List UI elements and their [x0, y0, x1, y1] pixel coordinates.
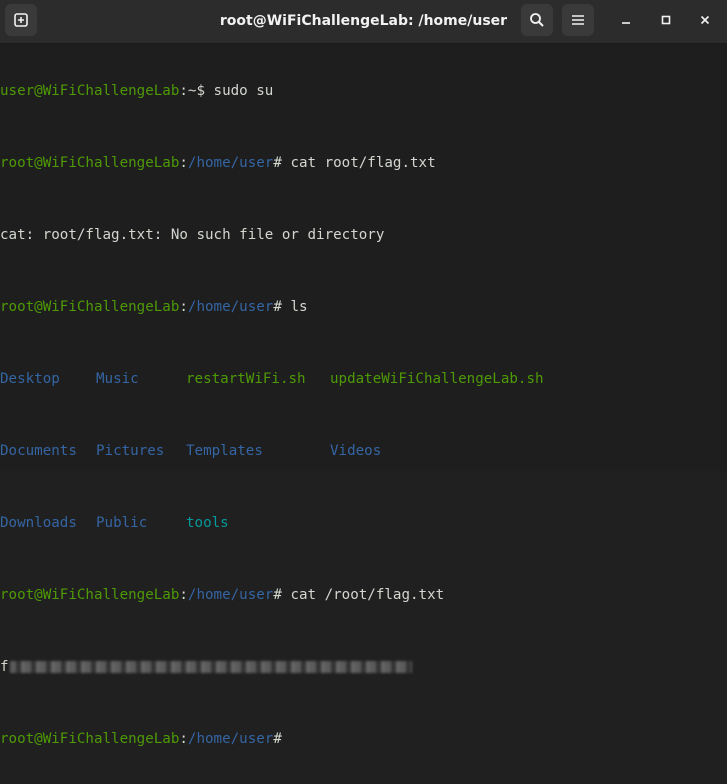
ls-entry-executable: restartWiFi.sh — [186, 371, 306, 387]
search-icon — [530, 13, 544, 27]
terminal-line: root@WiFiChallengeLab:/home/user# — [0, 730, 544, 748]
ls-entry-executable: updateWiFiChallengeLab.sh — [330, 371, 544, 387]
flag-prefix: f — [0, 659, 9, 675]
close-icon — [700, 15, 710, 25]
command-text: cat /root/flag.txt — [290, 587, 445, 603]
prompt-user: root@WiFiChallengeLab — [0, 155, 180, 171]
terminal-line: user@WiFiChallengeLab:~$ sudo su — [0, 82, 544, 100]
prompt-hash: # — [273, 299, 291, 315]
new-tab-icon — [14, 13, 28, 27]
ls-output-row: Documents Pictures Templates Videos — [0, 442, 544, 460]
terminal-line: cat: root/flag.txt: No such file or dire… — [0, 226, 544, 244]
prompt-path: /home/user — [187, 155, 274, 171]
prompt-separator: : — [179, 155, 188, 171]
minimize-icon — [622, 22, 630, 24]
prompt-path: /home/user — [187, 299, 274, 315]
ls-entry-directory: Documents — [0, 443, 77, 459]
ls-entry-directory: Desktop — [0, 371, 60, 387]
new-tab-button[interactable] — [5, 4, 37, 36]
command-text: ls — [290, 299, 308, 315]
prompt-user: root@WiFiChallengeLab — [0, 731, 180, 747]
terminal-output-area[interactable]: user@WiFiChallengeLab:~$ sudo su root@Wi… — [0, 44, 727, 747]
close-button[interactable] — [689, 4, 721, 36]
ls-output-row: Desktop Music restartWiFi.sh updateWiFiChal… — [0, 370, 544, 388]
minimize-button[interactable] — [610, 4, 642, 36]
command-text: cat root/flag.txt — [290, 155, 436, 171]
prompt-separator: :~$ — [179, 83, 214, 99]
terminal-window: root@WiFiChallengeLab: /home/user user@W… — [0, 0, 727, 747]
redacted-flag — [9, 661, 412, 673]
prompt-user: root@WiFiChallengeLab — [0, 587, 180, 603]
ls-entry-directory: Pictures — [96, 443, 165, 459]
prompt-path: /home/user — [187, 587, 274, 603]
ls-entry-directory: tools — [186, 515, 229, 531]
ls-entry-directory: Public — [96, 515, 148, 531]
prompt-path: /home/user — [187, 731, 274, 747]
prompt-user: user@WiFiChallengeLab — [0, 83, 180, 99]
terminal-line: f — [0, 658, 544, 676]
terminal-line: root@WiFiChallengeLab:/home/user# ls — [0, 298, 544, 316]
error-output: cat: root/flag.txt: No such file or dire… — [0, 227, 385, 243]
menu-button[interactable] — [562, 4, 594, 36]
terminal-line: root@WiFiChallengeLab:/home/user# cat /r… — [0, 586, 544, 604]
prompt-separator: : — [179, 587, 188, 603]
window-title: root@WiFiChallengeLab: /home/user — [219, 13, 508, 29]
ls-entry-directory: Music — [96, 371, 139, 387]
ls-entry-directory: Videos — [330, 443, 382, 459]
maximize-icon — [661, 15, 671, 25]
prompt-user: root@WiFiChallengeLab — [0, 299, 180, 315]
terminal-line: root@WiFiChallengeLab:/home/user# cat ro… — [0, 154, 544, 172]
ls-entry-directory: Templates — [186, 443, 263, 459]
maximize-button[interactable] — [650, 4, 682, 36]
ls-entry-directory: Downloads — [0, 515, 77, 531]
prompt-hash: # — [273, 587, 291, 603]
prompt-separator: : — [179, 299, 188, 315]
prompt-separator: : — [179, 731, 188, 747]
hamburger-menu-icon — [572, 15, 584, 25]
prompt-hash: # — [273, 155, 291, 171]
search-button[interactable] — [521, 4, 553, 36]
ls-output-row: Downloads Public tools — [0, 514, 544, 532]
title-bar: root@WiFiChallengeLab: /home/user — [0, 0, 727, 44]
prompt-hash: # — [273, 731, 282, 747]
command-text: sudo su — [213, 83, 274, 99]
